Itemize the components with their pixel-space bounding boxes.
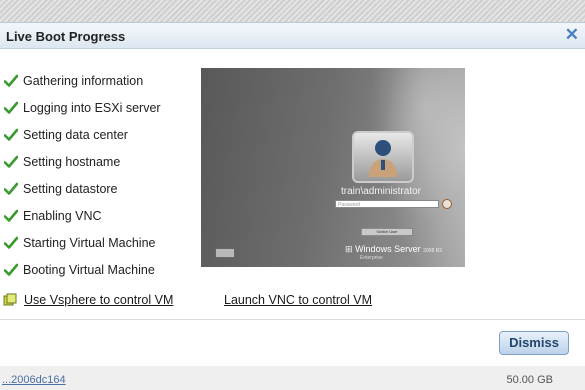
progress-step: Setting data center [4,121,161,148]
vm-username: train\administrator [340,186,422,197]
live-boot-progress-dialog: Live Boot Progress ✕ Gathering informati… [0,22,585,366]
progress-step: Gathering information [4,67,161,94]
ease-of-access-icon [215,248,235,258]
vsphere-icon [3,293,17,306]
close-icon[interactable]: ✕ [565,25,579,45]
step-label: Setting data center [23,127,128,142]
progress-step: Booting Virtual Machine [4,256,161,283]
check-icon [4,209,18,222]
os-edition: Enterprise [360,255,383,261]
background-disk-size: 50.00 GB [506,374,553,386]
user-avatar-tile [352,131,414,183]
vm-console-screenshot[interactable]: train\administrator Password Switch User… [201,68,465,267]
check-icon [4,155,18,168]
progress-step: Setting datastore [4,175,161,202]
step-label: Gathering information [23,73,144,88]
step-label: Setting hostname [23,154,121,169]
progress-step-list: Gathering information Logging into ESXi … [4,67,161,283]
progress-step: Logging into ESXi server [4,94,161,121]
os-brand: Windows Server [355,244,421,254]
vnc-link[interactable]: Launch VNC to control VM [224,293,372,307]
background-vm-link[interactable]: ...2006dc164 [2,374,66,386]
arrow-right-icon [442,199,452,209]
windows-flag-icon: ⊞ [345,244,353,254]
windows-server-logo: ⊞ Windows Server 2008 R2 Enterprise [345,244,443,261]
step-label: Logging into ESXi server [23,100,161,115]
user-avatar-icon [369,140,397,177]
progress-step: Setting hostname [4,148,161,175]
check-icon [4,101,18,114]
backdrop-footer [0,366,585,390]
step-label: Starting Virtual Machine [23,235,156,250]
step-label: Setting datastore [23,181,118,196]
dismiss-button[interactable]: Dismiss [499,331,569,355]
footer-divider [0,319,585,320]
check-icon [4,128,18,141]
progress-step: Starting Virtual Machine [4,229,161,256]
vm-password-field: Password [335,200,439,208]
check-icon [4,236,18,249]
backdrop-header [0,0,585,22]
os-version: 2008 R2 [423,248,443,254]
step-label: Booting Virtual Machine [23,262,155,277]
vsphere-link[interactable]: Use Vsphere to control VM [24,293,173,307]
progress-step: Enabling VNC [4,202,161,229]
dialog-title: Live Boot Progress [6,29,126,44]
step-label: Enabling VNC [23,208,102,223]
check-icon [4,74,18,87]
switch-user-button: Switch User [361,228,413,236]
dialog-titlebar: Live Boot Progress ✕ [0,23,585,49]
check-icon [4,182,18,195]
check-icon [4,263,18,276]
